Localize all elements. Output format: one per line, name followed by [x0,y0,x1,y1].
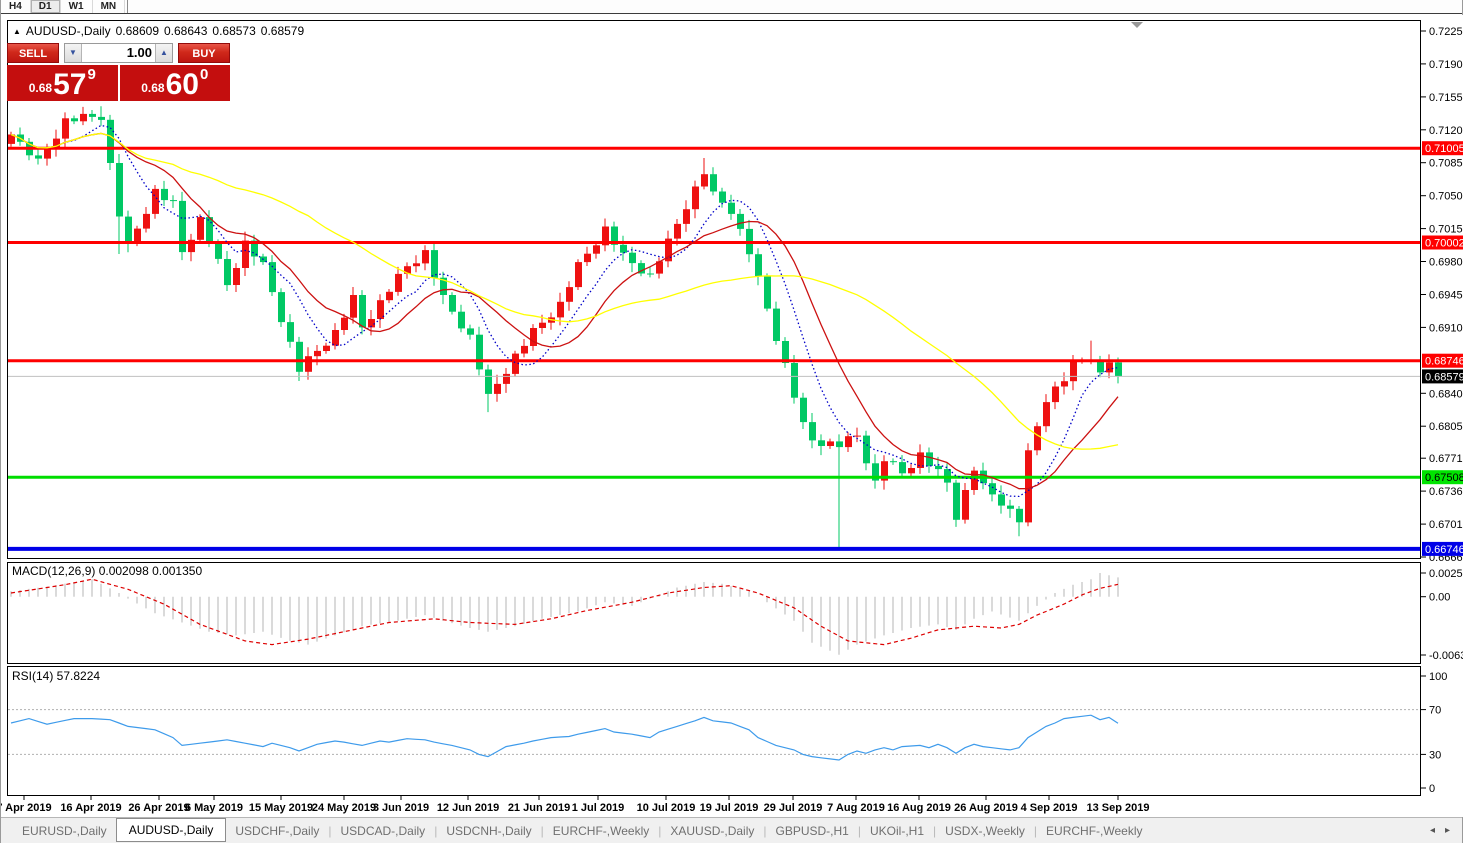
instrument-tab-gbpusd-h1[interactable]: GBPUSD-,H1 [767,821,858,841]
ohlc-high: 0.68643 [164,24,208,38]
buy-price-sup: 0 [199,66,209,83]
instrument-tab-usdx-weekly[interactable]: USDX-,Weekly [936,821,1034,841]
svg-text:0.67360: 0.67360 [1429,486,1463,498]
symbol-name: AUDUSD-,Daily [25,24,111,38]
svg-text:0.71900: 0.71900 [1429,59,1463,71]
timeframe-h4[interactable]: H4 [1,0,31,13]
panel-frames [7,20,1421,796]
svg-text:13 Sep 2019: 13 Sep 2019 [1087,802,1150,814]
svg-text:0.69800: 0.69800 [1429,257,1463,269]
svg-text:-0.006326: -0.006326 [1429,650,1463,662]
level-price-label: 0.66746 [1422,541,1463,556]
one-click-trading-widget: SELL ▼ 1.00 ▲ BUY 0.68 57 9 0.68 60 0 [7,43,230,101]
svg-text:0.72250: 0.72250 [1429,26,1463,38]
svg-text:0.67508: 0.67508 [1425,472,1463,484]
svg-text:0.002574: 0.002574 [1429,568,1463,580]
svg-text:7 Apr 2019: 7 Apr 2019 [1,802,52,814]
svg-text:15 May 2019: 15 May 2019 [249,802,313,814]
svg-text:0.70850: 0.70850 [1429,158,1463,170]
tabs-scroll-left-icon[interactable]: ◂ [1430,825,1435,836]
svg-text:16 Aug 2019: 16 Aug 2019 [887,802,951,814]
instrument-tab-xauusd-daily[interactable]: XAUUSD-,Daily [661,821,763,841]
svg-text:21 Jun 2019: 21 Jun 2019 [508,802,570,814]
svg-text:0.69100: 0.69100 [1429,322,1463,334]
svg-text:26 Aug 2019: 26 Aug 2019 [954,802,1018,814]
ohlc-open: 0.68609 [115,24,159,38]
rsi-label: RSI(14) 57.8224 [12,669,100,683]
timeframe-mn[interactable]: MN [93,0,126,13]
svg-text:26 Apr 2019: 26 Apr 2019 [128,802,189,814]
chart-canvas[interactable]: MACD(12,26,9) 0.002098 0.001350 RSI(14) 5… [1,15,1463,817]
svg-text:0.70500: 0.70500 [1429,191,1463,203]
svg-text:100: 100 [1429,671,1447,683]
instrument-tab-eurusd-daily[interactable]: EURUSD-,Daily [13,821,116,841]
sell-price-sup: 9 [87,66,96,83]
svg-text:0.68050: 0.68050 [1429,421,1463,433]
svg-text:6 May 2019: 6 May 2019 [185,802,243,814]
instrument-tab-audusd-daily[interactable]: AUDUSD-,Daily [115,817,227,842]
buy-button[interactable]: BUY [178,43,230,63]
instrument-tab-usdcnh-daily[interactable]: USDCNH-,Daily [437,821,540,841]
timeframe-w1[interactable]: W1 [61,0,93,13]
timeframe-d1[interactable]: D1 [30,0,61,13]
chart-area[interactable]: MACD(12,26,9) 0.002098 0.001350 RSI(14) 5… [1,15,1463,817]
sell-price-display[interactable]: 0.68 57 9 [7,65,118,101]
ohlc-low: 0.68573 [212,24,256,38]
svg-text:0.67710: 0.67710 [1429,453,1463,465]
svg-text:0.70002: 0.70002 [1425,238,1463,250]
instrument-tab-bar: EURUSD-,Daily AUDUSD-,Daily USDCHF-,Daily |… [1,817,1462,843]
sell-price-small: 0.68 [28,81,53,95]
svg-text:3 Jun 2019: 3 Jun 2019 [373,802,429,814]
svg-text:7 Aug 2019: 7 Aug 2019 [827,802,885,814]
svg-text:0.68579: 0.68579 [1425,371,1463,383]
svg-text:0.69450: 0.69450 [1429,290,1463,302]
sell-price-big: 57 [53,68,87,101]
svg-text:4 Sep 2019: 4 Sep 2019 [1021,802,1078,814]
trading-platform-window: H4 D1 W1 MN MACD(12,26,9) 0.002098 0.001… [0,0,1463,843]
buy-price-display[interactable]: 0.68 60 0 [119,65,230,101]
buy-price-small: 0.68 [141,81,165,95]
svg-text:29 Jul 2019: 29 Jul 2019 [764,802,823,814]
svg-text:1 Jul 2019: 1 Jul 2019 [572,802,625,814]
collapse-triangle-icon[interactable]: ▲ [13,27,21,36]
instrument-tab-eurchf-weekly[interactable]: EURCHF-,Weekly [544,821,658,841]
instrument-tab-usdchf-daily[interactable]: USDCHF-,Daily [226,821,328,841]
svg-text:12 Jun 2019: 12 Jun 2019 [437,802,499,814]
toolbar-separator [127,0,129,13]
svg-text:0.68400: 0.68400 [1429,388,1463,400]
svg-text:0.68746: 0.68746 [1425,356,1463,368]
level-price-label: 0.68746 [1422,353,1463,368]
instrument-tab-ukoil-h1[interactable]: UKOil-,H1 [861,821,933,841]
bid-price-label: 0.68579 [1422,369,1463,384]
level-price-label: 0.70002 [1422,235,1463,250]
svg-text:16 Apr 2019: 16 Apr 2019 [60,802,121,814]
instrument-tab-eurchf-weekly[interactable]: EURCHF-,Weekly [1037,821,1151,841]
svg-text:70: 70 [1429,705,1441,717]
svg-text:24 May 2019: 24 May 2019 [312,802,376,814]
ohlc-close: 0.68579 [260,24,305,38]
timeframe-toolbar: H4 D1 W1 MN [1,0,1462,14]
sell-button[interactable]: SELL [7,43,59,63]
svg-text:0.67010: 0.67010 [1429,519,1463,531]
instrument-tab-usdcad-daily[interactable]: USDCAD-,Daily [332,821,435,841]
tabs-scroll-right-icon[interactable]: ▸ [1445,825,1450,836]
volume-increase-icon[interactable]: ▲ [155,44,172,62]
svg-text:10 Jul 2019: 10 Jul 2019 [637,802,696,814]
svg-text:0.71005: 0.71005 [1425,143,1463,155]
svg-text:19 Jul 2019: 19 Jul 2019 [700,802,759,814]
svg-text:0: 0 [1429,783,1435,795]
buy-price-big: 60 [165,68,199,101]
svg-text:0.71550: 0.71550 [1429,92,1463,104]
level-price-label: 0.71005 [1422,141,1463,156]
svg-text:0.00: 0.00 [1429,592,1450,604]
volume-input[interactable]: 1.00 [82,44,155,62]
svg-text:0.71200: 0.71200 [1429,125,1463,137]
svg-text:0.70150: 0.70150 [1429,224,1463,236]
level-price-label: 0.67508 [1422,470,1463,485]
macd-label: MACD(12,26,9) 0.002098 0.001350 [12,564,202,578]
symbol-info-bar: ▲ AUDUSD-,Daily 0.68609 0.68643 0.68573 … [13,24,304,38]
volume-decrease-icon[interactable]: ▼ [65,44,82,62]
svg-text:30: 30 [1429,749,1441,761]
svg-text:0.66746: 0.66746 [1425,544,1463,556]
